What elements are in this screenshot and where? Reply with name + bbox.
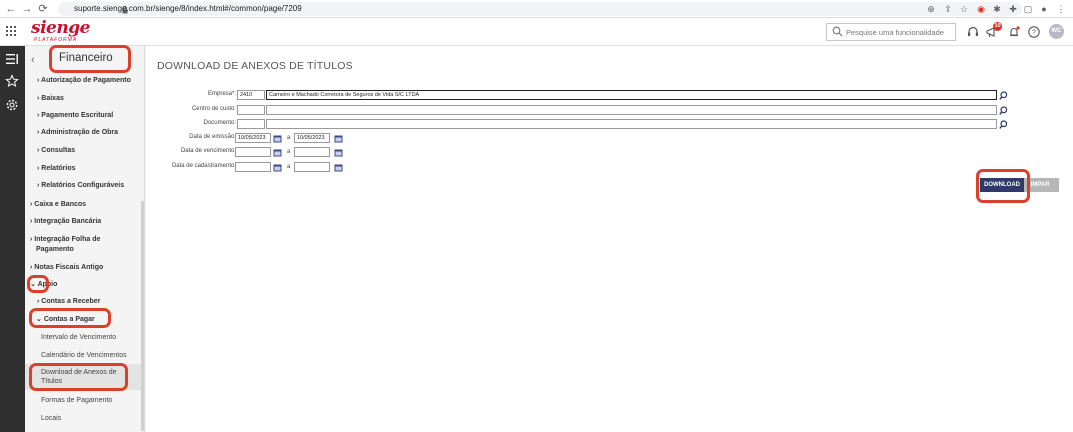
empresa-code-input[interactable]: 2410 bbox=[237, 90, 265, 100]
sidebar-item-calendario-vencimentos[interactable]: Calendário de Vencimentos bbox=[41, 351, 127, 360]
sidebar-scrollbar[interactable] bbox=[141, 201, 144, 431]
calendar-icon[interactable] bbox=[334, 134, 343, 143]
extension-icon[interactable]: ✱ bbox=[991, 3, 1003, 15]
centro-custo-code-input[interactable] bbox=[237, 105, 265, 115]
forward-arrow-icon[interactable]: → bbox=[20, 2, 34, 16]
calendar-icon[interactable] bbox=[334, 163, 343, 172]
data-emissao-label: Data de emissão: bbox=[189, 134, 236, 140]
data-cadastramento-label: Data de cadastramento: bbox=[171, 163, 236, 169]
highlight-contas-pagar bbox=[29, 308, 111, 328]
sidebar-item-caixa-bancos[interactable]: › Caixa e Bancos bbox=[30, 200, 86, 209]
settings-gear-icon[interactable] bbox=[5, 98, 19, 112]
sidebar-item-integracao-bancaria[interactable]: › Integração Bancária bbox=[30, 217, 101, 226]
url-text: suporte.sienge.com.br/sienge/8/index.htm… bbox=[74, 4, 302, 13]
calendar-icon[interactable] bbox=[273, 163, 282, 172]
data-vencimento-de-input[interactable] bbox=[235, 147, 271, 157]
sienge-logo[interactable]: sienge bbox=[31, 19, 90, 37]
puzzle-icon[interactable]: ✚ bbox=[1007, 3, 1019, 15]
calendar-icon[interactable] bbox=[273, 134, 282, 143]
svg-text:?: ? bbox=[1032, 30, 1036, 37]
extension-eye-icon[interactable]: ◉ bbox=[975, 3, 987, 15]
sidebar-item-baixas[interactable]: › Baixas bbox=[37, 94, 64, 103]
sidebar-item-pagamento-escritural[interactable]: › Pagamento Escritural bbox=[37, 111, 113, 120]
data-vencimento-ate-input[interactable] bbox=[294, 147, 330, 157]
sidebar-item-autorizacao[interactable]: › Autorização de Pagamento bbox=[37, 76, 131, 85]
menu-collapse-icon[interactable] bbox=[5, 52, 19, 66]
notification-count-badge: 10 bbox=[993, 22, 1002, 31]
highlight-download-anexos bbox=[29, 363, 128, 391]
centro-custo-label: Centro de custo: bbox=[191, 106, 236, 112]
support-headset-icon[interactable] bbox=[966, 25, 980, 39]
back-arrow-icon[interactable]: ← bbox=[4, 2, 18, 16]
menu-dots-icon[interactable]: ⋮ bbox=[1055, 3, 1067, 15]
documento-search-icon[interactable] bbox=[999, 120, 1008, 129]
profile-icon[interactable]: ● bbox=[1038, 3, 1050, 15]
sidebar-item-intervalo-vencimento[interactable]: Intervalo de Vencimento bbox=[41, 333, 116, 342]
window-icon[interactable]: ▢ bbox=[1022, 3, 1034, 15]
left-rail bbox=[0, 46, 25, 432]
range-separator: a bbox=[287, 164, 291, 170]
data-emissao-de-input[interactable]: 10/05/2023 bbox=[235, 133, 271, 143]
sidebar-item-integracao-folha[interactable]: › Integração Folha de bbox=[30, 235, 100, 244]
range-separator: a bbox=[287, 135, 291, 141]
highlight-financeiro bbox=[49, 45, 131, 73]
centro-custo-search-icon[interactable] bbox=[999, 106, 1008, 115]
documento-code-input[interactable] bbox=[237, 119, 265, 129]
share-icon[interactable]: ⇪ bbox=[942, 3, 954, 15]
data-vencimento-label: Data de vencimento: bbox=[180, 148, 236, 154]
data-cadastramento-de-input[interactable] bbox=[235, 162, 271, 172]
sidebar-item-notas-fiscais[interactable]: › Notas Fiscais Antigo bbox=[30, 263, 103, 272]
calendar-icon[interactable] bbox=[273, 148, 282, 157]
sidebar-item-consultas[interactable]: › Consultas bbox=[37, 146, 75, 155]
centro-custo-name-input[interactable] bbox=[266, 105, 997, 115]
documento-name-input[interactable] bbox=[266, 119, 997, 129]
data-cadastramento-ate-input[interactable] bbox=[294, 162, 330, 172]
bookmark-star-icon[interactable]: ☆ bbox=[958, 3, 970, 15]
search-icon bbox=[832, 26, 843, 37]
main-content: DOWNLOAD DE ANEXOS DE TÍTULOS Empresa*: … bbox=[146, 46, 1073, 432]
zoom-icon[interactable]: ⊕ bbox=[925, 3, 937, 15]
sidebar-item-contas-receber[interactable]: › Contas a Receber bbox=[37, 297, 100, 306]
sidebar-item-relatorios-configuraveis[interactable]: › Relatórios Configuráveis bbox=[37, 181, 124, 190]
search-box[interactable] bbox=[826, 23, 956, 41]
logo-subtitle: PLATAFORMA bbox=[34, 37, 78, 43]
sidebar-item-relatorios[interactable]: › Relatórios bbox=[37, 164, 76, 173]
search-input[interactable] bbox=[846, 25, 954, 39]
empresa-name-input[interactable]: Carneiro e Machado Corretora de Seguros … bbox=[266, 90, 997, 100]
sidebar-item-locais[interactable]: Locais bbox=[41, 414, 61, 423]
sidebar-item-administracao-obra[interactable]: › Administração de Obra bbox=[37, 128, 118, 137]
calendar-icon[interactable] bbox=[334, 148, 343, 157]
browser-toolbar: ← → ⟳ suporte.sienge.com.br/sienge/8/ind… bbox=[0, 0, 1073, 18]
highlight-download-button bbox=[976, 169, 1030, 203]
favorites-star-icon[interactable] bbox=[5, 74, 19, 88]
apps-grid-icon[interactable] bbox=[6, 26, 16, 36]
sidebar-item-formas-pagamento[interactable]: Formas de Pagamento bbox=[41, 396, 112, 405]
data-emissao-ate-input[interactable]: 10/05/2023 bbox=[294, 133, 330, 143]
reload-icon[interactable]: ⟳ bbox=[36, 2, 50, 16]
bell-icon[interactable] bbox=[1007, 25, 1021, 39]
help-icon[interactable]: ? bbox=[1027, 25, 1041, 39]
empresa-label: Empresa*: bbox=[207, 91, 236, 97]
user-avatar[interactable]: WC bbox=[1049, 24, 1064, 39]
range-separator: a bbox=[287, 149, 291, 155]
chevron-left-icon[interactable]: ‹ bbox=[31, 53, 35, 67]
page-title: DOWNLOAD DE ANEXOS DE TÍTULOS bbox=[157, 60, 353, 72]
documento-label: Documento: bbox=[203, 120, 236, 126]
empresa-search-icon[interactable] bbox=[999, 91, 1008, 100]
sidebar-item-integracao-folha-line2[interactable]: Pagamento bbox=[36, 245, 74, 254]
highlight-apoio bbox=[27, 275, 49, 293]
app-header: sienge PLATAFORMA 10 ? WC bbox=[0, 18, 1073, 46]
